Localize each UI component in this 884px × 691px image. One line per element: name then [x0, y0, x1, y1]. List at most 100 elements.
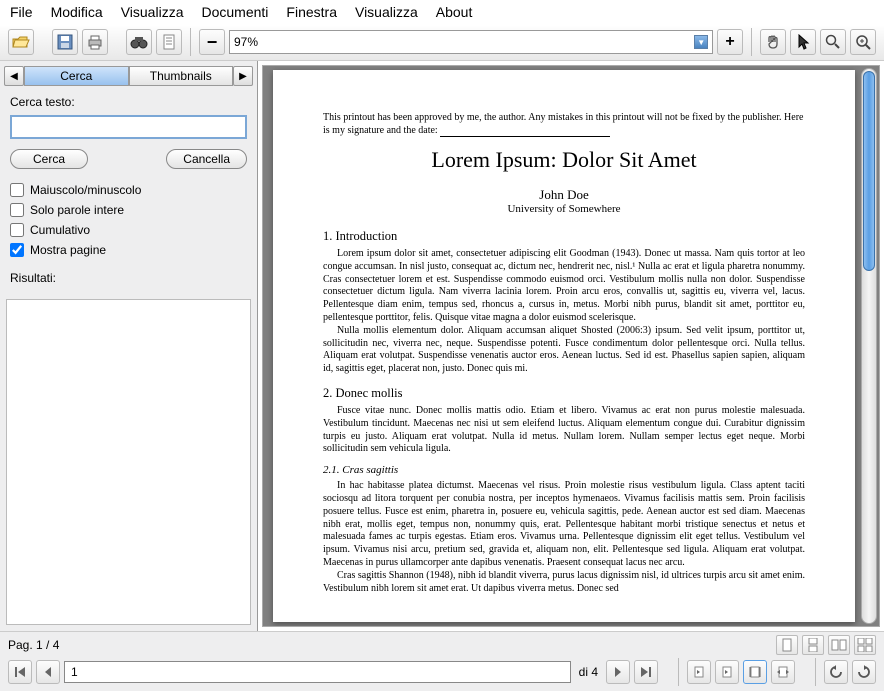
page-nav-bar: di 4 — [0, 657, 884, 691]
nav-divider-2 — [815, 658, 816, 686]
fit-page-button[interactable] — [743, 660, 767, 684]
nav-divider — [678, 658, 679, 686]
document-affiliation: University of Somewhere — [323, 203, 805, 215]
opt-whole-row[interactable]: Solo parole intere — [10, 203, 247, 217]
opt-cumulative-label: Cumulativo — [30, 223, 90, 237]
prev-page-button[interactable] — [36, 660, 60, 684]
opt-cumulative-row[interactable]: Cumulativo — [10, 223, 247, 237]
document-title: Lorem Ipsum: Dolor Sit Amet — [323, 147, 805, 173]
layout-single-button[interactable] — [776, 635, 798, 655]
para-3: Fusce vitae nunc. Donec mollis mattis od… — [323, 405, 805, 456]
zoom-combo[interactable]: ▼ — [229, 30, 713, 54]
opt-case-label: Maiuscolo/minuscolo — [30, 183, 141, 197]
opt-case-row[interactable]: Maiuscolo/minuscolo — [10, 183, 247, 197]
para-2: Nulla mollis elementum dolor. Aliquam ac… — [323, 325, 805, 376]
page-number-input[interactable] — [64, 661, 571, 683]
open-folder-icon — [12, 34, 30, 50]
page-forward-icon — [720, 665, 734, 679]
loupe-icon — [855, 34, 871, 50]
hand-tool-button[interactable] — [760, 29, 786, 55]
zoom-dropdown-icon[interactable]: ▼ — [694, 35, 708, 49]
opt-whole-checkbox[interactable] — [10, 203, 24, 217]
search-button[interactable]: Cerca — [10, 149, 88, 169]
loupe-tool-button[interactable] — [850, 29, 876, 55]
fit-width-icon — [776, 665, 790, 679]
last-page-icon — [640, 666, 652, 678]
tab-scroll-right[interactable]: ▶ — [233, 66, 253, 86]
main-toolbar: − ▼ + — [0, 26, 884, 61]
results-list[interactable] — [6, 299, 251, 625]
minus-icon: − — [207, 32, 218, 53]
results-label: Risultati: — [10, 271, 247, 285]
page-facing-icon — [831, 638, 847, 652]
select-text-button[interactable] — [156, 29, 182, 55]
page-facing-cont-icon — [857, 638, 873, 652]
rotate-ccw-button[interactable] — [824, 660, 848, 684]
tab-scroll-left[interactable]: ◀ — [4, 66, 24, 86]
last-page-button[interactable] — [634, 660, 658, 684]
toolbar-divider-2 — [751, 28, 752, 56]
menu-about[interactable]: About — [436, 4, 473, 20]
approval-note: This printout has been approved by me, t… — [323, 112, 805, 137]
sidebar-tabs: ◀ Cerca Thumbnails ▶ — [4, 65, 253, 87]
clear-button[interactable]: Cancella — [166, 149, 247, 169]
layout-continuous-button[interactable] — [802, 635, 824, 655]
menu-edit[interactable]: Modifica — [51, 4, 103, 20]
opt-case-checkbox[interactable] — [10, 183, 24, 197]
opt-cumulative-checkbox[interactable] — [10, 223, 24, 237]
menu-view-2[interactable]: Visualizza — [355, 4, 418, 20]
page-of-label: di 4 — [575, 665, 602, 679]
print-button[interactable] — [82, 29, 108, 55]
status-bar: Pag. 1 / 4 — [0, 631, 884, 657]
layout-facing-continuous-button[interactable] — [854, 635, 876, 655]
opt-whole-label: Solo parole intere — [30, 203, 124, 217]
layout-facing-button[interactable] — [828, 635, 850, 655]
section-1-heading: 1. Introduction — [323, 229, 805, 244]
open-button[interactable] — [8, 29, 34, 55]
cursor-tool-button[interactable] — [790, 29, 816, 55]
opt-showpages-label: Mostra pagine — [30, 243, 106, 257]
save-button[interactable] — [52, 29, 78, 55]
go-forward-button[interactable] — [715, 660, 739, 684]
clipboard-icon — [162, 34, 176, 50]
menu-window[interactable]: Finestra — [286, 4, 337, 20]
floppy-icon — [57, 34, 73, 50]
tab-thumbnails[interactable]: Thumbnails — [129, 66, 234, 86]
magnifier-icon — [825, 34, 841, 50]
menu-file[interactable]: File — [10, 4, 33, 20]
vertical-scrollbar[interactable] — [861, 68, 877, 624]
first-page-button[interactable] — [8, 660, 32, 684]
zoom-in-button[interactable]: + — [717, 29, 743, 55]
para-4: In hac habitasse platea dictumst. Maecen… — [323, 480, 805, 570]
zoom-input[interactable] — [234, 35, 694, 49]
opt-showpages-checkbox[interactable] — [10, 243, 24, 257]
toolbar-divider — [190, 28, 191, 56]
section-2-heading: 2. Donec mollis — [323, 386, 805, 401]
page-single-icon — [781, 638, 793, 652]
search-panel: Cerca testo: Cerca Cancella Maiuscolo/mi… — [4, 87, 253, 293]
document-page: This printout has been approved by me, t… — [273, 70, 855, 622]
cursor-icon — [796, 34, 810, 50]
fit-page-icon — [748, 665, 762, 679]
go-back-button[interactable] — [687, 660, 711, 684]
document-author: John Doe — [323, 187, 805, 203]
tab-search[interactable]: Cerca — [24, 66, 129, 86]
plus-icon: + — [725, 33, 734, 51]
next-page-button[interactable] — [606, 660, 630, 684]
rotate-cw-button[interactable] — [852, 660, 876, 684]
scrollbar-thumb[interactable] — [863, 71, 875, 271]
next-page-icon — [612, 666, 624, 678]
search-input[interactable] — [10, 115, 247, 139]
search-label: Cerca testo: — [10, 95, 247, 109]
menu-documents[interactable]: Documenti — [201, 4, 268, 20]
page-status-label: Pag. 1 / 4 — [8, 638, 59, 652]
document-viewport[interactable]: This printout has been approved by me, t… — [262, 65, 880, 627]
zoom-out-button[interactable]: − — [199, 29, 225, 55]
fit-width-button[interactable] — [771, 660, 795, 684]
zoom-tool-button[interactable] — [820, 29, 846, 55]
para-1: Lorem ipsum dolor sit amet, consectetuer… — [323, 248, 805, 325]
opt-showpages-row[interactable]: Mostra pagine — [10, 243, 247, 257]
menu-view[interactable]: Visualizza — [121, 4, 184, 20]
find-button[interactable] — [126, 29, 152, 55]
main-area: ◀ Cerca Thumbnails ▶ Cerca testo: Cerca … — [0, 61, 884, 631]
